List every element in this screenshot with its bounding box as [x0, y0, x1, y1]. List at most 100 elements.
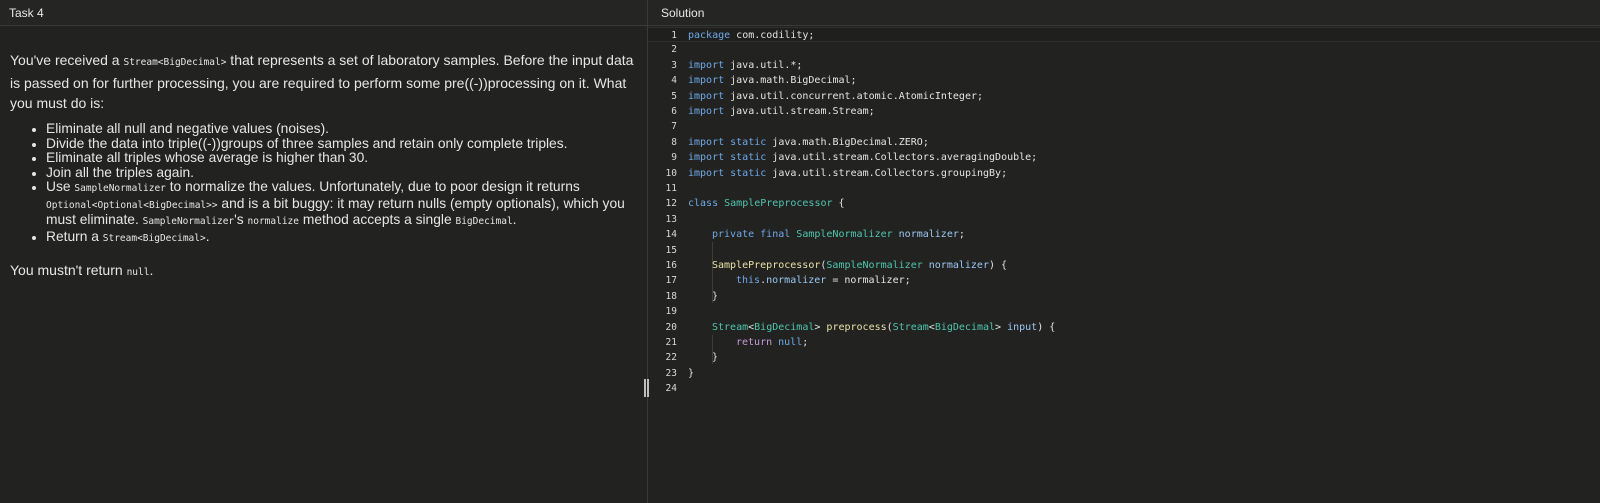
field-name: input	[1001, 321, 1038, 333]
code-line[interactable]: 21 return null;	[648, 335, 1600, 350]
line-number: 14	[665, 229, 677, 241]
task-requirements-list: Eliminate all null and negative values (…	[10, 121, 635, 247]
code-text: this.normalizer = normalizer;	[736, 273, 911, 288]
code-token: ) {	[1037, 321, 1056, 333]
code-line[interactable]: 24	[648, 381, 1600, 396]
code-text: import static java.math.BigDecimal.ZERO;	[688, 135, 929, 150]
intro-text: You've received a	[10, 52, 124, 68]
code-text: }	[712, 352, 719, 364]
keyword: import static	[688, 136, 767, 148]
code-token: java.util.*;	[724, 59, 803, 71]
code-line[interactable]: 11	[648, 181, 1600, 196]
function-name: SamplePreprocessor	[712, 260, 821, 271]
code-token: java.util.stream.Collectors.averagingDou…	[766, 152, 1038, 164]
list-item: Return a Stream<BigDecimal>.	[46, 228, 635, 247]
task-intro: You've received a Stream<BigDecimal> tha…	[10, 50, 635, 113]
code-line[interactable]: 13	[648, 212, 1600, 227]
code-line[interactable]: 15	[648, 243, 1600, 258]
keyword: import	[688, 75, 725, 87]
line-number: 5	[671, 90, 677, 102]
line-number: 8	[671, 136, 677, 148]
code-token: java.util.stream.Stream;	[724, 106, 875, 117]
keyword: private final	[712, 229, 791, 241]
code-text: package com.codility;	[688, 28, 814, 43]
code-line[interactable]: 12 class SamplePreprocessor {	[648, 196, 1600, 211]
code-line[interactable]: 6 import java.util.stream.Stream;	[648, 104, 1600, 119]
list-item: Use SampleNormalizer to normalize the va…	[46, 179, 635, 230]
type-name: Stream	[892, 321, 929, 333]
code-line[interactable]: 9 import static java.util.stream.Collecto…	[648, 150, 1600, 165]
inline-code: Stream<BigDecimal>	[102, 232, 206, 244]
code-line[interactable]: 5 import java.util.concurrent.atomic.Atom…	[648, 89, 1600, 104]
line-number: 11	[665, 183, 677, 194]
line-number: 7	[671, 121, 677, 133]
code-line[interactable]: 22}	[648, 350, 1600, 365]
code-editor[interactable]: 1 package com.codility; 2 3 import java.ut…	[648, 27, 1600, 503]
keyword: import static	[688, 167, 767, 179]
code-line[interactable]: 20 Stream<BigDecimal> preprocess(Stream<B…	[648, 320, 1600, 335]
item-text: 's	[234, 212, 248, 227]
inline-code: null	[126, 267, 150, 278]
code-text: import java.util.concurrent.atomic.Atomi…	[688, 89, 983, 104]
list-item: Divide the data into triple((-))groups o…	[46, 136, 635, 152]
keyword: import	[688, 106, 725, 117]
code-line[interactable]: 7	[648, 119, 1600, 134]
keyword: null	[772, 337, 803, 348]
code-token: = normalizer;	[826, 275, 911, 287]
line-number: 3	[671, 59, 677, 71]
line-number: 18	[665, 290, 677, 302]
code-token: java.math.BigDecimal.ZERO;	[766, 136, 929, 148]
keyword: import static	[688, 152, 767, 164]
item-text: method accepts a single	[299, 212, 456, 227]
item-text: to normalize the values. Unfortunately, …	[165, 179, 580, 194]
code-token: java.math.BigDecimal;	[724, 75, 857, 87]
code-token: ;	[958, 229, 965, 241]
code-line[interactable]: 18}	[648, 289, 1600, 304]
code-line[interactable]: 14 private final SampleNormalizer normali…	[648, 227, 1600, 242]
code-line[interactable]: 1 package com.codility;	[648, 27, 1600, 43]
code-line[interactable]: 10 import static java.util.stream.Collect…	[648, 166, 1600, 181]
code-token: {	[832, 198, 845, 210]
line-number: 9	[671, 152, 677, 164]
inline-code: SampleNormalizer	[142, 216, 235, 227]
line-number: 16	[665, 260, 677, 271]
line-number: 17	[665, 275, 677, 287]
code-text: return null;	[736, 335, 808, 350]
keyword: this	[736, 275, 761, 287]
keyword: import	[688, 59, 725, 71]
inline-code: BigDecimal	[455, 216, 513, 227]
code-line[interactable]: 8 import static java.math.BigDecimal.ZERO…	[648, 135, 1600, 150]
task-footnote: You mustn't return null.	[10, 260, 635, 283]
code-token: ;	[802, 337, 809, 348]
line-number: 19	[665, 306, 677, 318]
line-number: 2	[671, 44, 677, 56]
code-token: ) {	[988, 260, 1008, 271]
code-token: com.codility;	[730, 30, 815, 41]
list-item: Eliminate all triples whose average is h…	[46, 150, 635, 166]
solution-tab-header: Solution	[648, 0, 1600, 26]
code-text: import static java.util.stream.Collector…	[688, 150, 1037, 165]
code-line[interactable]: 23}	[648, 366, 1600, 381]
code-line[interactable]: 17 this.normalizer = normalizer;	[648, 273, 1600, 288]
field-name: normalizer	[922, 260, 989, 271]
function-name: preprocess	[826, 321, 887, 333]
line-number: 13	[665, 213, 677, 225]
code-line[interactable]: 2	[648, 42, 1600, 57]
code-line[interactable]: 16 SamplePreprocessor(SampleNormalizer no…	[648, 258, 1600, 273]
line-number: 4	[671, 75, 677, 87]
inline-code: normalize	[247, 216, 299, 227]
code-line[interactable]: 4 import java.math.BigDecimal;	[648, 73, 1600, 88]
code-token: >	[814, 321, 827, 333]
code-line[interactable]: 19	[648, 304, 1600, 319]
type-name: Stream	[712, 321, 749, 333]
type-name: BigDecimal	[754, 321, 815, 333]
code-text: import java.util.*;	[688, 58, 802, 73]
line-number: 22	[665, 352, 677, 364]
line-number: 24	[665, 383, 677, 395]
type-name: SamplePreprocessor	[718, 198, 833, 210]
code-text: }	[688, 367, 695, 379]
code-line[interactable]: 3 import java.util.*;	[648, 58, 1600, 73]
code-text: class SamplePreprocessor {	[688, 196, 845, 211]
code-text: }	[712, 290, 719, 302]
item-text: Return a	[46, 228, 103, 244]
